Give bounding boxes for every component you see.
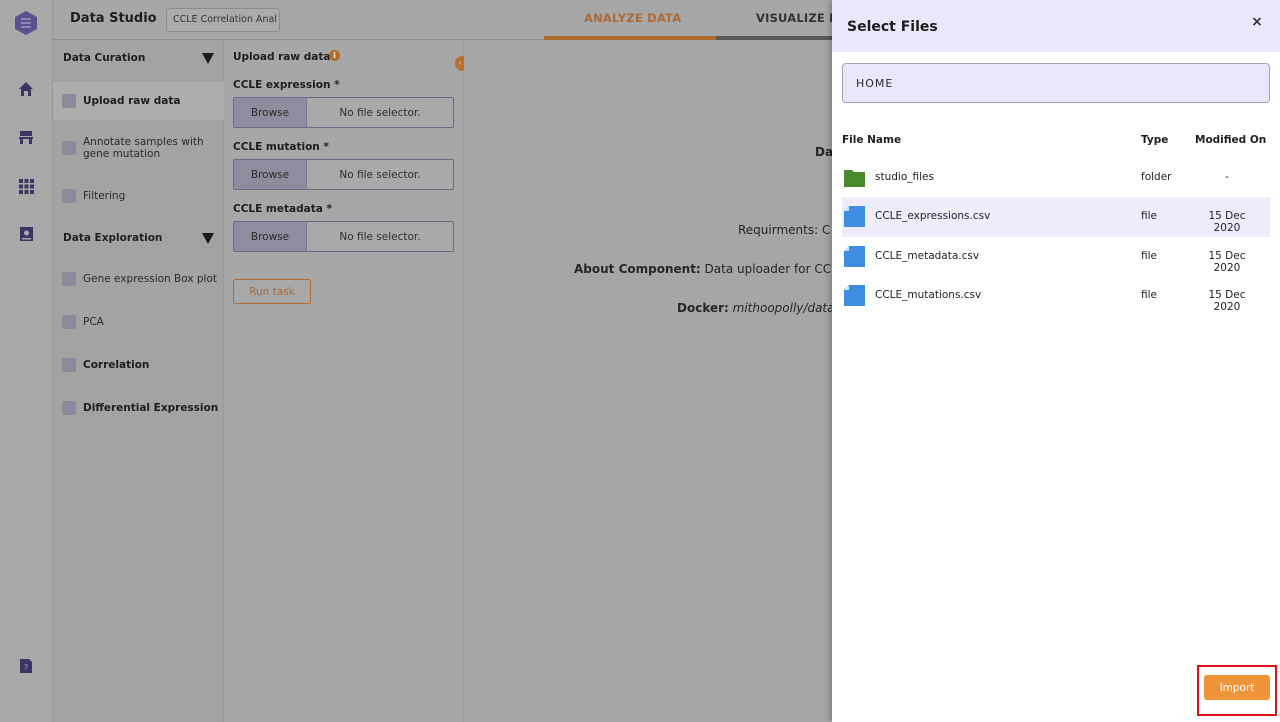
workflow-sidebar: Data Curation Upload raw data Annotate s…: [53, 40, 224, 722]
file-name: studio_files: [875, 171, 934, 183]
workflow-item-filtering[interactable]: Filtering: [53, 180, 224, 212]
workflow-item-gene-expression-box-plot[interactable]: Gene expression Box plot: [53, 264, 224, 296]
file-placeholder: No file selector.: [339, 106, 421, 119]
file-placeholder: No file selector.: [339, 168, 421, 181]
grid-icon[interactable]: [15, 175, 37, 197]
file-name: CCLE_metadata.csv: [875, 250, 980, 262]
help-icon[interactable]: ?: [15, 655, 37, 677]
run-task-button[interactable]: Run task: [233, 279, 311, 304]
file-modified: 15 Dec 2020: [1208, 210, 1246, 234]
file-placeholder: No file selector.: [339, 230, 421, 243]
panel-title: Upload raw data: [233, 51, 331, 63]
chevron-down-icon[interactable]: [202, 233, 214, 244]
checkbox[interactable]: [62, 189, 76, 203]
file-modified: 15 Dec 2020: [1208, 289, 1246, 313]
logo-icon[interactable]: [14, 10, 38, 36]
workflow-item-upload-raw-data[interactable]: Upload raw data: [53, 82, 224, 120]
file-type: folder: [1141, 171, 1172, 183]
component-heading: Da: [815, 145, 834, 159]
section-label: Data Curation: [63, 52, 146, 64]
file-type: file: [1141, 289, 1157, 301]
column-header-file-name: File Name: [842, 134, 902, 146]
section-label: Data Exploration: [63, 232, 163, 244]
file-name: CCLE_mutations.csv: [875, 289, 982, 301]
upload-panel: Upload raw data i ‹ › CCLE expression * …: [224, 40, 470, 722]
file-modified: -: [1225, 171, 1229, 183]
ccle-metadata-file-input[interactable]: Browse No file selector.: [233, 221, 454, 252]
svg-text:?: ?: [24, 663, 28, 672]
path-breadcrumb[interactable]: HOME: [842, 63, 1270, 103]
section-data-exploration[interactable]: Data Exploration: [53, 220, 224, 256]
chevron-down-icon[interactable]: [202, 53, 214, 64]
browse-button[interactable]: Browse: [234, 222, 307, 251]
notebook-icon[interactable]: [15, 223, 37, 245]
checkbox[interactable]: [62, 358, 76, 372]
checkbox[interactable]: [62, 272, 76, 286]
workflow-item-label: PCA: [83, 316, 104, 328]
requirements-text: Requirments: C: [738, 223, 831, 237]
select-files-drawer: Select Files × HOME File Name Type Modif…: [832, 0, 1280, 722]
file-type: file: [1141, 250, 1157, 262]
file-name: CCLE_expressions.csv: [875, 210, 991, 222]
file-row[interactable]: CCLE_expressions.csv file 15 Dec 2020: [842, 197, 1270, 237]
column-header-modified-on: Modified On: [1195, 134, 1267, 146]
workflow-item-label: Differential Expression: [83, 402, 219, 414]
file-icon: [844, 285, 865, 306]
component-info-area: Da Requirments: C About Component: Data …: [464, 40, 838, 722]
field-label-ccle-metadata: CCLE metadata *: [233, 203, 332, 215]
checkbox[interactable]: [62, 401, 76, 415]
about-value: Data uploader for CCL: [700, 262, 838, 276]
close-icon[interactable]: ×: [1250, 14, 1264, 30]
workflow-item-label: Upload raw data: [83, 95, 181, 107]
top-bar: Data Studio CCLE Correlation Anal ANALYZ…: [53, 0, 839, 40]
left-rail: ?: [0, 0, 53, 722]
ccle-expression-file-input[interactable]: Browse No file selector.: [233, 97, 454, 128]
checkbox[interactable]: [62, 141, 76, 155]
workflow-item-differential-expression[interactable]: Differential Expression: [53, 393, 224, 425]
about-component-text: About Component: Data uploader for CCL: [574, 262, 838, 276]
docker-value: mithoopolly/data: [728, 301, 835, 315]
workflow-item-label: Gene expression Box plot: [83, 273, 218, 285]
docker-label: Docker:: [677, 301, 729, 315]
home-icon[interactable]: [15, 78, 37, 100]
workflow-item-label: Annotate samples with gene mutation: [83, 136, 204, 160]
file-modified: 15 Dec 2020: [1208, 250, 1246, 274]
project-name-field[interactable]: CCLE Correlation Anal: [166, 8, 280, 32]
column-header-type: Type: [1141, 134, 1169, 146]
checkbox[interactable]: [62, 94, 76, 108]
file-icon: [844, 246, 865, 267]
tab-visualize-data[interactable]: VISUALIZE D: [756, 11, 839, 25]
browse-button[interactable]: Browse: [234, 98, 307, 127]
about-label: About Component:: [574, 262, 701, 276]
workflow-item-annotate-samples[interactable]: Annotate samples with gene mutation: [53, 122, 224, 174]
file-type: file: [1141, 210, 1157, 222]
field-label-ccle-mutation: CCLE mutation *: [233, 141, 329, 153]
highlight-box: [1197, 665, 1277, 716]
workflow-item-correlation[interactable]: Correlation: [53, 350, 224, 382]
workflow-item-label: Correlation: [83, 359, 150, 371]
file-row[interactable]: CCLE_metadata.csv file 15 Dec 2020: [842, 237, 1270, 277]
modal-title: Select Files: [847, 19, 938, 35]
info-icon[interactable]: i: [329, 50, 340, 61]
app-title: Data Studio: [70, 11, 157, 26]
checkbox[interactable]: [62, 315, 76, 329]
section-data-curation[interactable]: Data Curation: [53, 40, 224, 76]
field-label-ccle-expression: CCLE expression *: [233, 79, 340, 91]
docker-text: Docker: mithoopolly/data: [677, 301, 834, 315]
file-row[interactable]: CCLE_mutations.csv file 15 Dec 2020: [842, 276, 1270, 316]
workspace-icon[interactable]: [15, 126, 37, 148]
folder-icon: [844, 167, 865, 188]
workflow-item-label: Filtering: [83, 190, 126, 202]
path-home[interactable]: HOME: [856, 77, 893, 90]
file-icon: [844, 206, 865, 227]
workflow-item-pca[interactable]: PCA: [53, 307, 224, 339]
file-row[interactable]: studio_files folder -: [842, 158, 1270, 198]
tab-analyze-data[interactable]: ANALYZE DATA: [584, 11, 681, 25]
browse-button[interactable]: Browse: [234, 160, 307, 189]
ccle-mutation-file-input[interactable]: Browse No file selector.: [233, 159, 454, 190]
modal-header: Select Files ×: [832, 0, 1280, 52]
